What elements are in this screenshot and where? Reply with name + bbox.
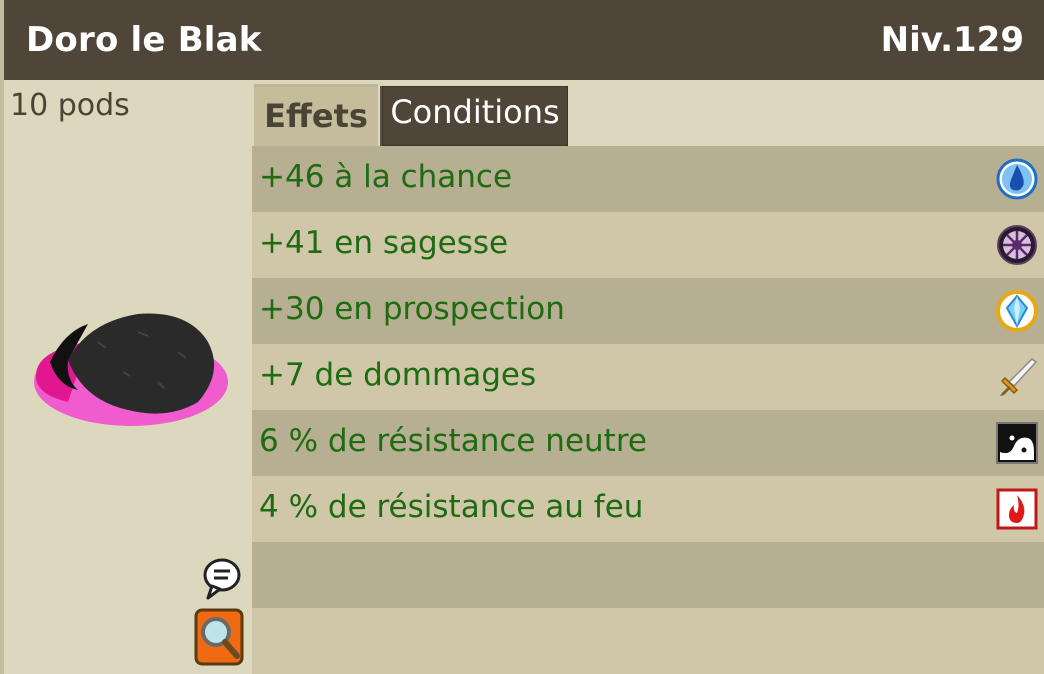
prospection-crystal-icon [996, 290, 1038, 332]
wisdom-wheel-icon [997, 225, 1037, 265]
item-preview-panel: 10 pods [4, 80, 252, 674]
effect-text: +7 de dommages [259, 357, 537, 393]
effects-list-footer [252, 608, 1044, 674]
effect-row: 6 % de résistance neutre [252, 410, 1044, 476]
effect-text: +41 en sagesse [259, 225, 509, 261]
item-name: Doro le Blak [26, 20, 262, 60]
item-level: Niv.129 [880, 20, 1024, 60]
water-drop-icon [996, 158, 1038, 200]
magnifier-search-icon[interactable] [194, 608, 244, 666]
chat-bubble-icon[interactable] [200, 556, 242, 600]
tab-bar: Effets Conditions [252, 80, 1044, 146]
effect-text: 6 % de résistance neutre [259, 423, 647, 459]
effect-row: 4 % de résistance au feu [252, 476, 1044, 542]
effect-text: +46 à la chance [259, 159, 513, 195]
effect-row: +30 en prospection [252, 278, 1044, 344]
effect-row: +7 de dommages [252, 344, 1044, 410]
effect-row-empty [252, 542, 1044, 608]
tab-effets[interactable]: Effets [254, 84, 378, 146]
fire-icon [996, 488, 1038, 530]
sword-icon [1000, 358, 1038, 396]
effect-row: +41 en sagesse [252, 212, 1044, 278]
item-weight: 10 pods [10, 88, 130, 123]
effects-list: +46 à la chance +41 en sagesse +30 en pr… [252, 146, 1044, 608]
hat-icon [34, 313, 228, 426]
effect-text: +30 en prospection [259, 291, 565, 327]
item-header: Doro le Blak Niv.129 [4, 0, 1044, 80]
neutral-yin-yang-icon [996, 422, 1038, 464]
effect-row: +46 à la chance [252, 146, 1044, 212]
tab-conditions[interactable]: Conditions [380, 86, 568, 146]
effect-text: 4 % de résistance au feu [259, 489, 644, 525]
